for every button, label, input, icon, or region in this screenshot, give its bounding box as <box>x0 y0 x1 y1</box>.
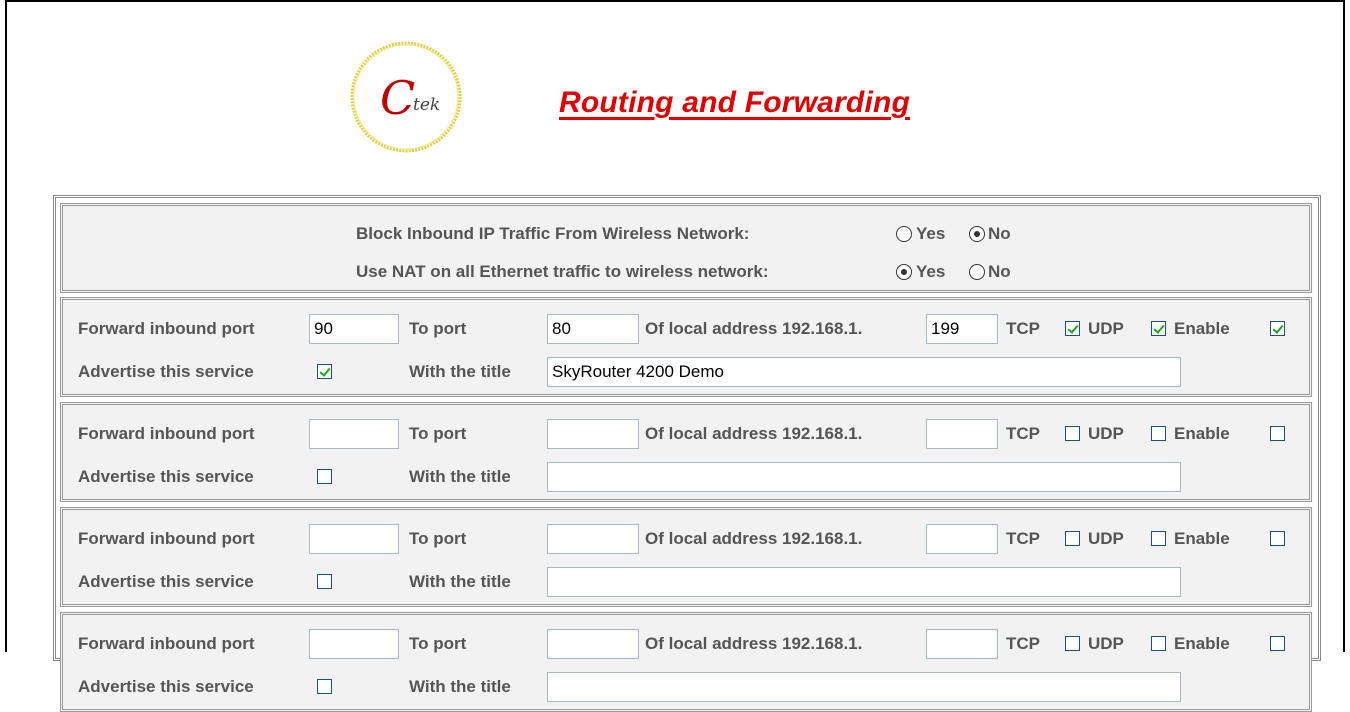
use-nat-yes-label: Yes <box>916 262 946 281</box>
enable-checkbox[interactable] <box>1270 321 1285 336</box>
forward-inbound-port-label: Forward inbound port <box>78 529 255 548</box>
to-port-label: To port <box>409 319 467 338</box>
advertise-checkbox[interactable] <box>317 574 332 589</box>
tcp-label: TCP <box>1006 319 1040 338</box>
to-port-input[interactable] <box>547 629 639 659</box>
to-port-input[interactable] <box>547 524 639 554</box>
use-nat-yes-radio[interactable] <box>896 264 912 280</box>
tcp-checkbox[interactable] <box>1065 321 1080 336</box>
advertise-service-label: Advertise this service <box>78 677 254 696</box>
enable-checkbox[interactable] <box>1270 636 1285 651</box>
enable-label: Enable <box>1174 319 1230 338</box>
to-port-input[interactable] <box>547 419 639 449</box>
inbound-port-input[interactable] <box>309 419 399 449</box>
inbound-port-input[interactable] <box>309 524 399 554</box>
with-title-label: With the title <box>409 677 511 696</box>
tcp-checkbox[interactable] <box>1065 636 1080 651</box>
local-address-input[interactable] <box>926 629 998 659</box>
local-address-input[interactable] <box>926 419 998 449</box>
svg-text:C: C <box>380 71 415 125</box>
udp-checkbox[interactable] <box>1151 531 1166 546</box>
use-nat-no-radio[interactable] <box>969 264 985 280</box>
service-title-input[interactable] <box>547 672 1181 702</box>
block-inbound-yes-label: Yes <box>916 224 946 243</box>
to-port-input[interactable] <box>547 314 639 344</box>
tcp-label: TCP <box>1006 529 1040 548</box>
forward-inbound-port-label: Forward inbound port <box>78 634 255 653</box>
page-frame: C tek Routing and Forwarding Block Inbou… <box>5 0 1345 712</box>
local-address-label: Of local address 192.168.1. <box>645 634 863 653</box>
block-inbound-label: Block Inbound IP Traffic From Wireless N… <box>356 224 750 243</box>
advertise-service-label: Advertise this service <box>78 572 254 591</box>
use-nat-no-label: No <box>988 262 1011 281</box>
forward-rule-panel: Forward inbound port To port Of local ad… <box>60 297 1312 397</box>
enable-label: Enable <box>1174 529 1230 548</box>
forward-inbound-port-label: Forward inbound port <box>78 424 255 443</box>
udp-label: UDP <box>1088 634 1124 653</box>
to-port-label: To port <box>409 634 467 653</box>
block-inbound-no-label: No <box>988 224 1011 243</box>
enable-checkbox[interactable] <box>1270 531 1285 546</box>
udp-checkbox[interactable] <box>1151 636 1166 651</box>
ctek-logo: C tek <box>347 38 465 156</box>
inbound-port-input[interactable] <box>309 629 399 659</box>
udp-checkbox[interactable] <box>1151 321 1166 336</box>
forward-rule-panel: Forward inbound port To port Of local ad… <box>60 507 1312 607</box>
local-address-input[interactable] <box>926 314 998 344</box>
use-nat-label: Use NAT on all Ethernet traffic to wirel… <box>356 262 769 281</box>
enable-checkbox[interactable] <box>1270 426 1285 441</box>
local-address-label: Of local address 192.168.1. <box>645 319 863 338</box>
enable-label: Enable <box>1174 424 1230 443</box>
local-address-label: Of local address 192.168.1. <box>645 529 863 548</box>
with-title-label: With the title <box>409 572 511 591</box>
advertise-checkbox[interactable] <box>317 679 332 694</box>
general-settings-panel: Block Inbound IP Traffic From Wireless N… <box>60 203 1312 293</box>
forward-inbound-port-label: Forward inbound port <box>78 319 255 338</box>
local-address-label: Of local address 192.168.1. <box>645 424 863 443</box>
local-address-input[interactable] <box>926 524 998 554</box>
enable-label: Enable <box>1174 634 1230 653</box>
advertise-service-label: Advertise this service <box>78 362 254 381</box>
forward-rule-panel: Forward inbound port To port Of local ad… <box>60 402 1312 502</box>
tcp-checkbox[interactable] <box>1065 531 1080 546</box>
tcp-label: TCP <box>1006 424 1040 443</box>
tcp-checkbox[interactable] <box>1065 426 1080 441</box>
settings-form: Block Inbound IP Traffic From Wireless N… <box>53 195 1321 712</box>
advertise-service-label: Advertise this service <box>78 467 254 486</box>
forward-rule-panel: Forward inbound port To port Of local ad… <box>60 612 1312 712</box>
udp-label: UDP <box>1088 529 1124 548</box>
tcp-label: TCP <box>1006 634 1040 653</box>
advertise-checkbox[interactable] <box>317 364 332 379</box>
with-title-label: With the title <box>409 467 511 486</box>
to-port-label: To port <box>409 424 467 443</box>
inbound-port-input[interactable] <box>309 314 399 344</box>
service-title-input[interactable] <box>547 462 1181 492</box>
service-title-input[interactable] <box>547 357 1181 387</box>
page-title: Routing and Forwarding <box>559 86 911 119</box>
block-inbound-yes-radio[interactable] <box>896 226 912 242</box>
svg-text:tek: tek <box>413 95 440 115</box>
service-title-input[interactable] <box>547 567 1181 597</box>
with-title-label: With the title <box>409 362 511 381</box>
udp-label: UDP <box>1088 424 1124 443</box>
udp-checkbox[interactable] <box>1151 426 1166 441</box>
to-port-label: To port <box>409 529 467 548</box>
udp-label: UDP <box>1088 319 1124 338</box>
block-inbound-no-radio[interactable] <box>969 226 985 242</box>
advertise-checkbox[interactable] <box>317 469 332 484</box>
